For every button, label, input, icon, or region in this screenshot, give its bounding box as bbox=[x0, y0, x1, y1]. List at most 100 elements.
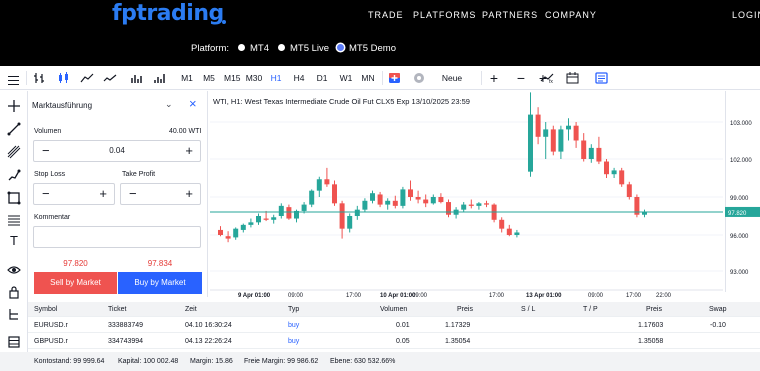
login-link[interactable]: LOGIN bbox=[732, 10, 760, 20]
sell-by-market-button[interactable]: Sell by Market bbox=[34, 272, 117, 294]
candle-up bbox=[566, 125, 571, 130]
timeframe-w1[interactable]: W1 bbox=[339, 66, 353, 90]
candlestick-plot[interactable]: 103.000 102.000 99.000 96.000 93.000 97.820 9 … bbox=[208, 91, 760, 302]
candle-up bbox=[309, 190, 315, 205]
col-swap[interactable]: Swap bbox=[709, 302, 727, 317]
zoom-out-icon[interactable]: − bbox=[515, 66, 527, 90]
current-price-label: 97.820 bbox=[728, 211, 747, 217]
volume-stepper[interactable]: − 0.04 + bbox=[33, 140, 201, 162]
comment-input[interactable] bbox=[33, 226, 201, 248]
toolbar-divider bbox=[481, 71, 482, 85]
x-tick-label: 17:00 bbox=[489, 293, 505, 299]
new-order-icon[interactable] bbox=[413, 72, 425, 84]
bar-chart-icon[interactable] bbox=[33, 72, 46, 84]
chevron-down-icon[interactable]: ⌄ bbox=[165, 99, 173, 110]
stop-loss-decrease-button[interactable]: − bbox=[42, 186, 50, 201]
area-icon[interactable] bbox=[80, 72, 94, 84]
candle-up bbox=[370, 193, 375, 201]
flag-icon[interactable] bbox=[388, 72, 401, 84]
layers-icon[interactable] bbox=[7, 335, 21, 349]
candle-down bbox=[446, 202, 451, 215]
candle-up bbox=[278, 205, 284, 216]
tree-icon[interactable] bbox=[7, 307, 21, 321]
indicator-bars-icon[interactable] bbox=[153, 72, 167, 84]
lock-icon[interactable] bbox=[7, 285, 21, 299]
nav-company[interactable]: COMPANY bbox=[545, 10, 597, 20]
pen-icon[interactable] bbox=[7, 168, 21, 182]
pattern-icon[interactable] bbox=[7, 213, 21, 227]
table-row[interactable]: EURUSD.r 333883749 04.10 16:30:24 buy 0.… bbox=[28, 318, 760, 333]
col-tp[interactable]: T / P bbox=[583, 302, 598, 317]
cell-symbol: EURUSD.r bbox=[34, 322, 68, 329]
crosshair-icon[interactable] bbox=[7, 99, 21, 113]
ask-price: 97.834 bbox=[147, 259, 173, 268]
take-profit-decrease-button[interactable]: − bbox=[129, 186, 137, 201]
candle-down bbox=[626, 184, 632, 197]
nav-partners[interactable]: PARTNERS bbox=[482, 10, 538, 20]
candle-down bbox=[438, 197, 444, 203]
volume-value[interactable]: 0.04 bbox=[34, 146, 200, 155]
trendline-icon[interactable] bbox=[7, 122, 21, 136]
cell-price: 1.17329 bbox=[445, 322, 471, 329]
menu-icon[interactable] bbox=[8, 66, 20, 90]
close-icon[interactable]: × bbox=[189, 96, 197, 111]
timeframe-m30[interactable]: M30 bbox=[245, 66, 263, 90]
order-type-select[interactable]: Marktausführung bbox=[32, 101, 92, 110]
candle-down bbox=[581, 140, 587, 159]
candle-up bbox=[528, 114, 533, 172]
platform-mt5-live[interactable]: MT5 Live bbox=[278, 43, 329, 54]
platform-mt4[interactable]: MT4 bbox=[238, 43, 269, 54]
price-chart[interactable]: WTI, H1: West Texas Intermediate Crude O… bbox=[208, 91, 760, 302]
take-profit-label: Take Profit bbox=[122, 171, 156, 178]
take-profit-stepper[interactable]: − + bbox=[120, 183, 201, 205]
timeframe-m1[interactable]: M1 bbox=[180, 66, 194, 90]
brand-logo[interactable]: fptrading bbox=[112, 1, 224, 26]
line-icon[interactable] bbox=[103, 72, 117, 84]
table-row[interactable]: GBPUSD.r 334743994 04.13 22:26:24 buy 0.… bbox=[28, 334, 760, 349]
buy-by-market-button[interactable]: Buy by Market bbox=[118, 272, 202, 294]
volume-icon[interactable] bbox=[130, 72, 144, 84]
candle-up bbox=[240, 224, 246, 230]
col-type[interactable]: Typ bbox=[288, 302, 299, 317]
candle-up bbox=[271, 217, 277, 220]
col-volume[interactable]: Volumen bbox=[380, 302, 407, 317]
timeframe-mn[interactable]: MN bbox=[361, 66, 375, 90]
col-time[interactable]: Zeit bbox=[185, 302, 197, 317]
margin-level: Ebene: 630 532.66% bbox=[330, 358, 396, 365]
new-order-button[interactable]: Neue Order bbox=[430, 66, 474, 107]
col-ticket[interactable]: Ticket bbox=[108, 302, 126, 317]
timeframe-m5[interactable]: M5 bbox=[202, 66, 216, 90]
volume-increase-button[interactable]: + bbox=[185, 143, 193, 158]
eye-icon[interactable] bbox=[7, 263, 21, 277]
candlestick-icon[interactable] bbox=[57, 72, 70, 84]
timeframe-h4[interactable]: H4 bbox=[293, 66, 305, 90]
timeframe-d1[interactable]: D1 bbox=[316, 66, 328, 90]
y-tick-label: 99.000 bbox=[730, 196, 749, 202]
fib-icon[interactable] bbox=[7, 145, 21, 159]
nav-trade[interactable]: TRADE bbox=[368, 10, 404, 20]
cell-current-price: 1.35058 bbox=[638, 338, 664, 345]
candle-down bbox=[263, 218, 269, 220]
stop-loss-stepper[interactable]: − + bbox=[33, 183, 115, 205]
x-tick-label: 17:00 bbox=[626, 293, 642, 299]
order-panel: Marktausführung ⌄ × Volumen 40.00 WTI − … bbox=[28, 91, 208, 297]
col-symbol[interactable]: Symbol bbox=[34, 302, 57, 317]
col-current-price[interactable]: Preis bbox=[646, 302, 662, 317]
template-icon[interactable] bbox=[595, 72, 608, 84]
text-icon[interactable]: T bbox=[7, 234, 21, 248]
candle-down bbox=[573, 125, 579, 141]
x-tick-label: 13 Apr 01:00 bbox=[526, 293, 562, 299]
stop-loss-increase-button[interactable]: + bbox=[99, 186, 107, 201]
platform-mt5-demo[interactable]: MT5 Demo bbox=[337, 43, 396, 54]
take-profit-increase-button[interactable]: + bbox=[185, 186, 193, 201]
timeframe-h1[interactable]: H1 bbox=[270, 66, 282, 90]
rectangle-icon[interactable] bbox=[7, 191, 21, 205]
calendar-icon[interactable] bbox=[566, 72, 579, 84]
indicator-icon[interactable]: fx bbox=[540, 72, 554, 84]
add-icon[interactable]: + bbox=[488, 66, 500, 90]
col-sl[interactable]: S / L bbox=[521, 302, 535, 317]
candle-up bbox=[316, 179, 322, 191]
nav-platforms[interactable]: PLATFORMS bbox=[413, 10, 476, 20]
col-price[interactable]: Preis bbox=[457, 302, 473, 317]
timeframe-m15[interactable]: M15 bbox=[224, 66, 241, 90]
